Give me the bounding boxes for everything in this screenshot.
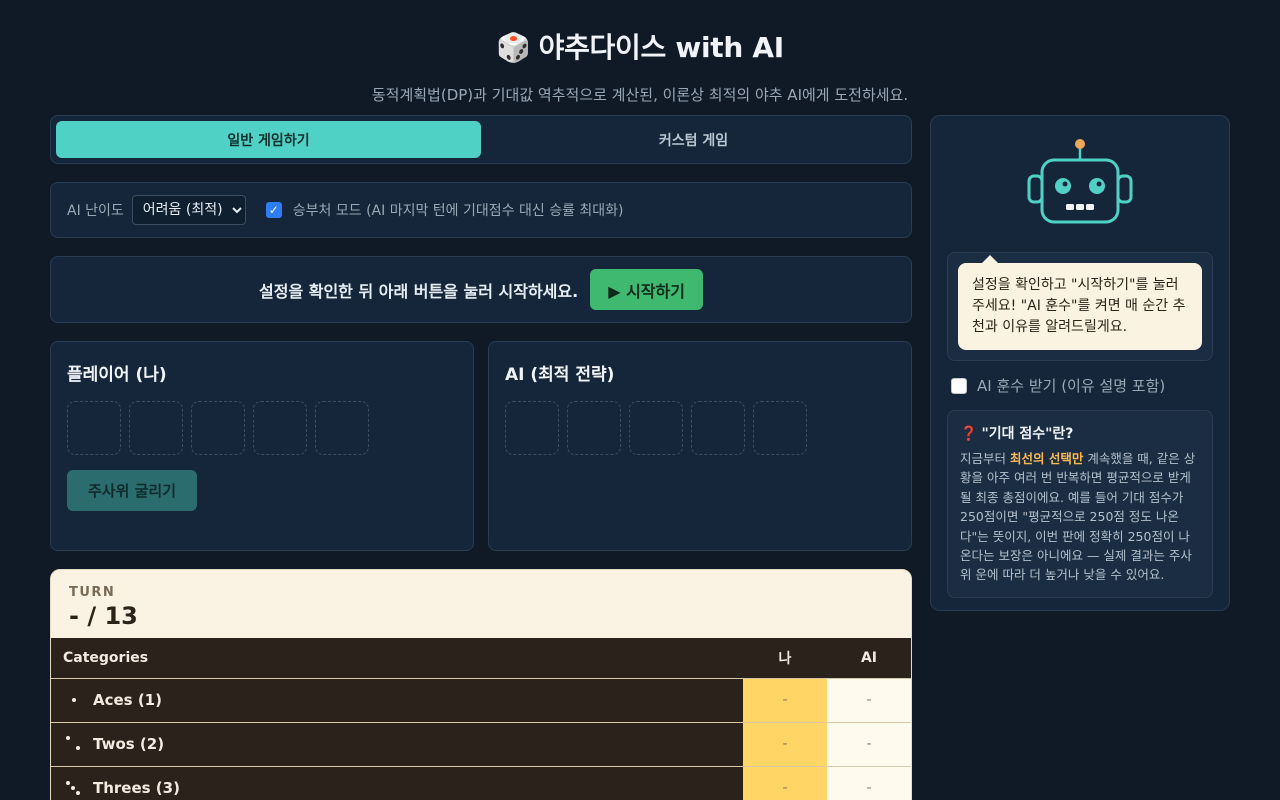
- app-title: 🎲 야추다이스 with AI: [0, 26, 1280, 66]
- ai-score-cell: -: [827, 721, 911, 766]
- category-name: Threes (3): [93, 779, 180, 797]
- die-face-2-icon: [65, 735, 83, 753]
- players-area: 플레이어 (나) 주사위 굴리기 AI (최적 전략): [50, 341, 912, 551]
- main-panel: 일반 게임하기 커스텀 게임 AI 난이도 어려움 (최적) ✓ 승부처 모드 …: [50, 115, 912, 800]
- die-slot: [691, 401, 745, 455]
- die-slot: [505, 401, 559, 455]
- start-message: 설정을 확인한 뒤 아래 버튼을 눌러 시작하세요.: [259, 281, 579, 301]
- speech-bubble-box: 설정을 확인하고 "시작하기"를 눌러주세요! "AI 훈수"를 켜면 매 순간…: [947, 252, 1213, 361]
- app-subtitle: 동적계획법(DP)과 기대값 역추적으로 계산된, 이론상 최적의 야추 AI에…: [371, 86, 909, 104]
- turn-label: TURN: [69, 585, 116, 600]
- table-row: Twos (2) - -: [51, 721, 911, 766]
- win-mode-checkbox[interactable]: ✓: [265, 202, 282, 218]
- my-score-cell[interactable]: -: [743, 677, 827, 722]
- die-slot: [753, 401, 807, 455]
- ai-score-cell: -: [827, 765, 911, 800]
- die-slot: [567, 401, 621, 455]
- category-name: Twos (2): [93, 734, 165, 753]
- info-text-highlight: 최선의 선택만: [1009, 451, 1084, 466]
- my-score-cell[interactable]: -: [743, 765, 827, 800]
- info-title-text: "기대 점수"란?: [981, 426, 1074, 442]
- die-slot[interactable]: [253, 401, 307, 455]
- robot-icon: [931, 138, 1229, 228]
- ai-score-cell: -: [827, 677, 911, 722]
- table-row: Threes (3) - -: [51, 765, 911, 800]
- die-slot[interactable]: [191, 401, 245, 455]
- die-slot[interactable]: [67, 401, 121, 455]
- ai-card: AI (최적 전략): [488, 341, 912, 551]
- assistant-panel: 설정을 확인하고 "시작하기"를 눌러주세요! "AI 훈수"를 켜면 매 순간…: [930, 115, 1230, 611]
- info-text-pre: 지금부터: [960, 451, 1010, 466]
- ai-hint-label: AI 훈수 받기 (이유 설명 포함): [977, 377, 1166, 395]
- scoreboard: TURN - / 13 Categories 나 AI Aces (1) - -…: [50, 569, 912, 800]
- tab-custom-game[interactable]: 커스텀 게임: [481, 121, 906, 158]
- col-categories: Categories: [51, 638, 743, 678]
- player-card: 플레이어 (나) 주사위 굴리기: [50, 341, 474, 551]
- app-title-text: 야추다이스 with AI: [538, 31, 785, 64]
- ai-dice: [505, 401, 895, 455]
- score-table: Categories 나 AI Aces (1) - - Twos (2) - …: [51, 638, 911, 800]
- question-icon: ❓: [960, 426, 978, 442]
- col-me: 나: [743, 638, 827, 678]
- info-text-post: 계속했을 때, 같은 상황을 아주 여러 번 반복하면 평균적으로 받게 될 최…: [960, 451, 1196, 583]
- mode-tabs: 일반 게임하기 커스텀 게임: [50, 115, 912, 164]
- category-name: Aces (1): [93, 690, 162, 709]
- die-slot: [629, 401, 683, 455]
- score-table-header: Categories 나 AI: [51, 638, 911, 678]
- difficulty-select[interactable]: 어려움 (최적): [131, 195, 246, 225]
- win-mode-label: 승부처 모드 (AI 마지막 턴에 기대점수 대신 승률 최대화): [292, 203, 624, 219]
- speech-bubble: 설정을 확인하고 "시작하기"를 눌러주세요! "AI 훈수"를 켜면 매 순간…: [958, 255, 1202, 350]
- info-text: 지금부터 최선의 선택만 계속했을 때, 같은 상황을 아주 여러 번 반복하면…: [960, 449, 1200, 585]
- die-slot[interactable]: [315, 401, 369, 455]
- die-slot[interactable]: [129, 401, 183, 455]
- tab-normal-game[interactable]: 일반 게임하기: [56, 121, 481, 158]
- turn-value: - / 13: [69, 602, 138, 630]
- table-row: Aces (1) - -: [51, 677, 911, 722]
- ai-hint-checkbox[interactable]: [951, 377, 967, 394]
- col-ai: AI: [827, 638, 911, 678]
- my-score-cell[interactable]: -: [743, 721, 827, 766]
- header: 🎲 야추다이스 with AI 동적계획법(DP)과 기대값 역추적으로 계산된,…: [0, 0, 1280, 105]
- start-bar: 설정을 확인한 뒤 아래 버튼을 눌러 시작하세요. ▶ 시작하기: [50, 256, 912, 323]
- player-dice: [67, 401, 457, 455]
- die-face-1-icon: [65, 691, 83, 709]
- info-title: ❓ "기대 점수"란?: [960, 423, 1200, 443]
- player-title: 플레이어 (나): [67, 365, 167, 385]
- ai-title: AI (최적 전략): [505, 365, 615, 385]
- difficulty-label: AI 난이도: [67, 203, 124, 219]
- expected-score-info: ❓ "기대 점수"란? 지금부터 최선의 선택만 계속했을 때, 같은 상황을 아…: [947, 410, 1213, 598]
- dice-icon: 🎲: [496, 31, 531, 64]
- ai-hint-toggle[interactable]: AI 훈수 받기 (이유 설명 포함): [951, 375, 1209, 396]
- turn-indicator: TURN - / 13: [51, 570, 911, 638]
- settings-bar: AI 난이도 어려움 (최적) ✓ 승부처 모드 (AI 마지막 턴에 기대점수…: [50, 182, 912, 238]
- start-button[interactable]: ▶ 시작하기: [590, 269, 703, 310]
- roll-dice-button[interactable]: 주사위 굴리기: [67, 470, 197, 511]
- checkmark-icon: ✓: [268, 203, 279, 217]
- die-face-3-icon: [65, 780, 83, 798]
